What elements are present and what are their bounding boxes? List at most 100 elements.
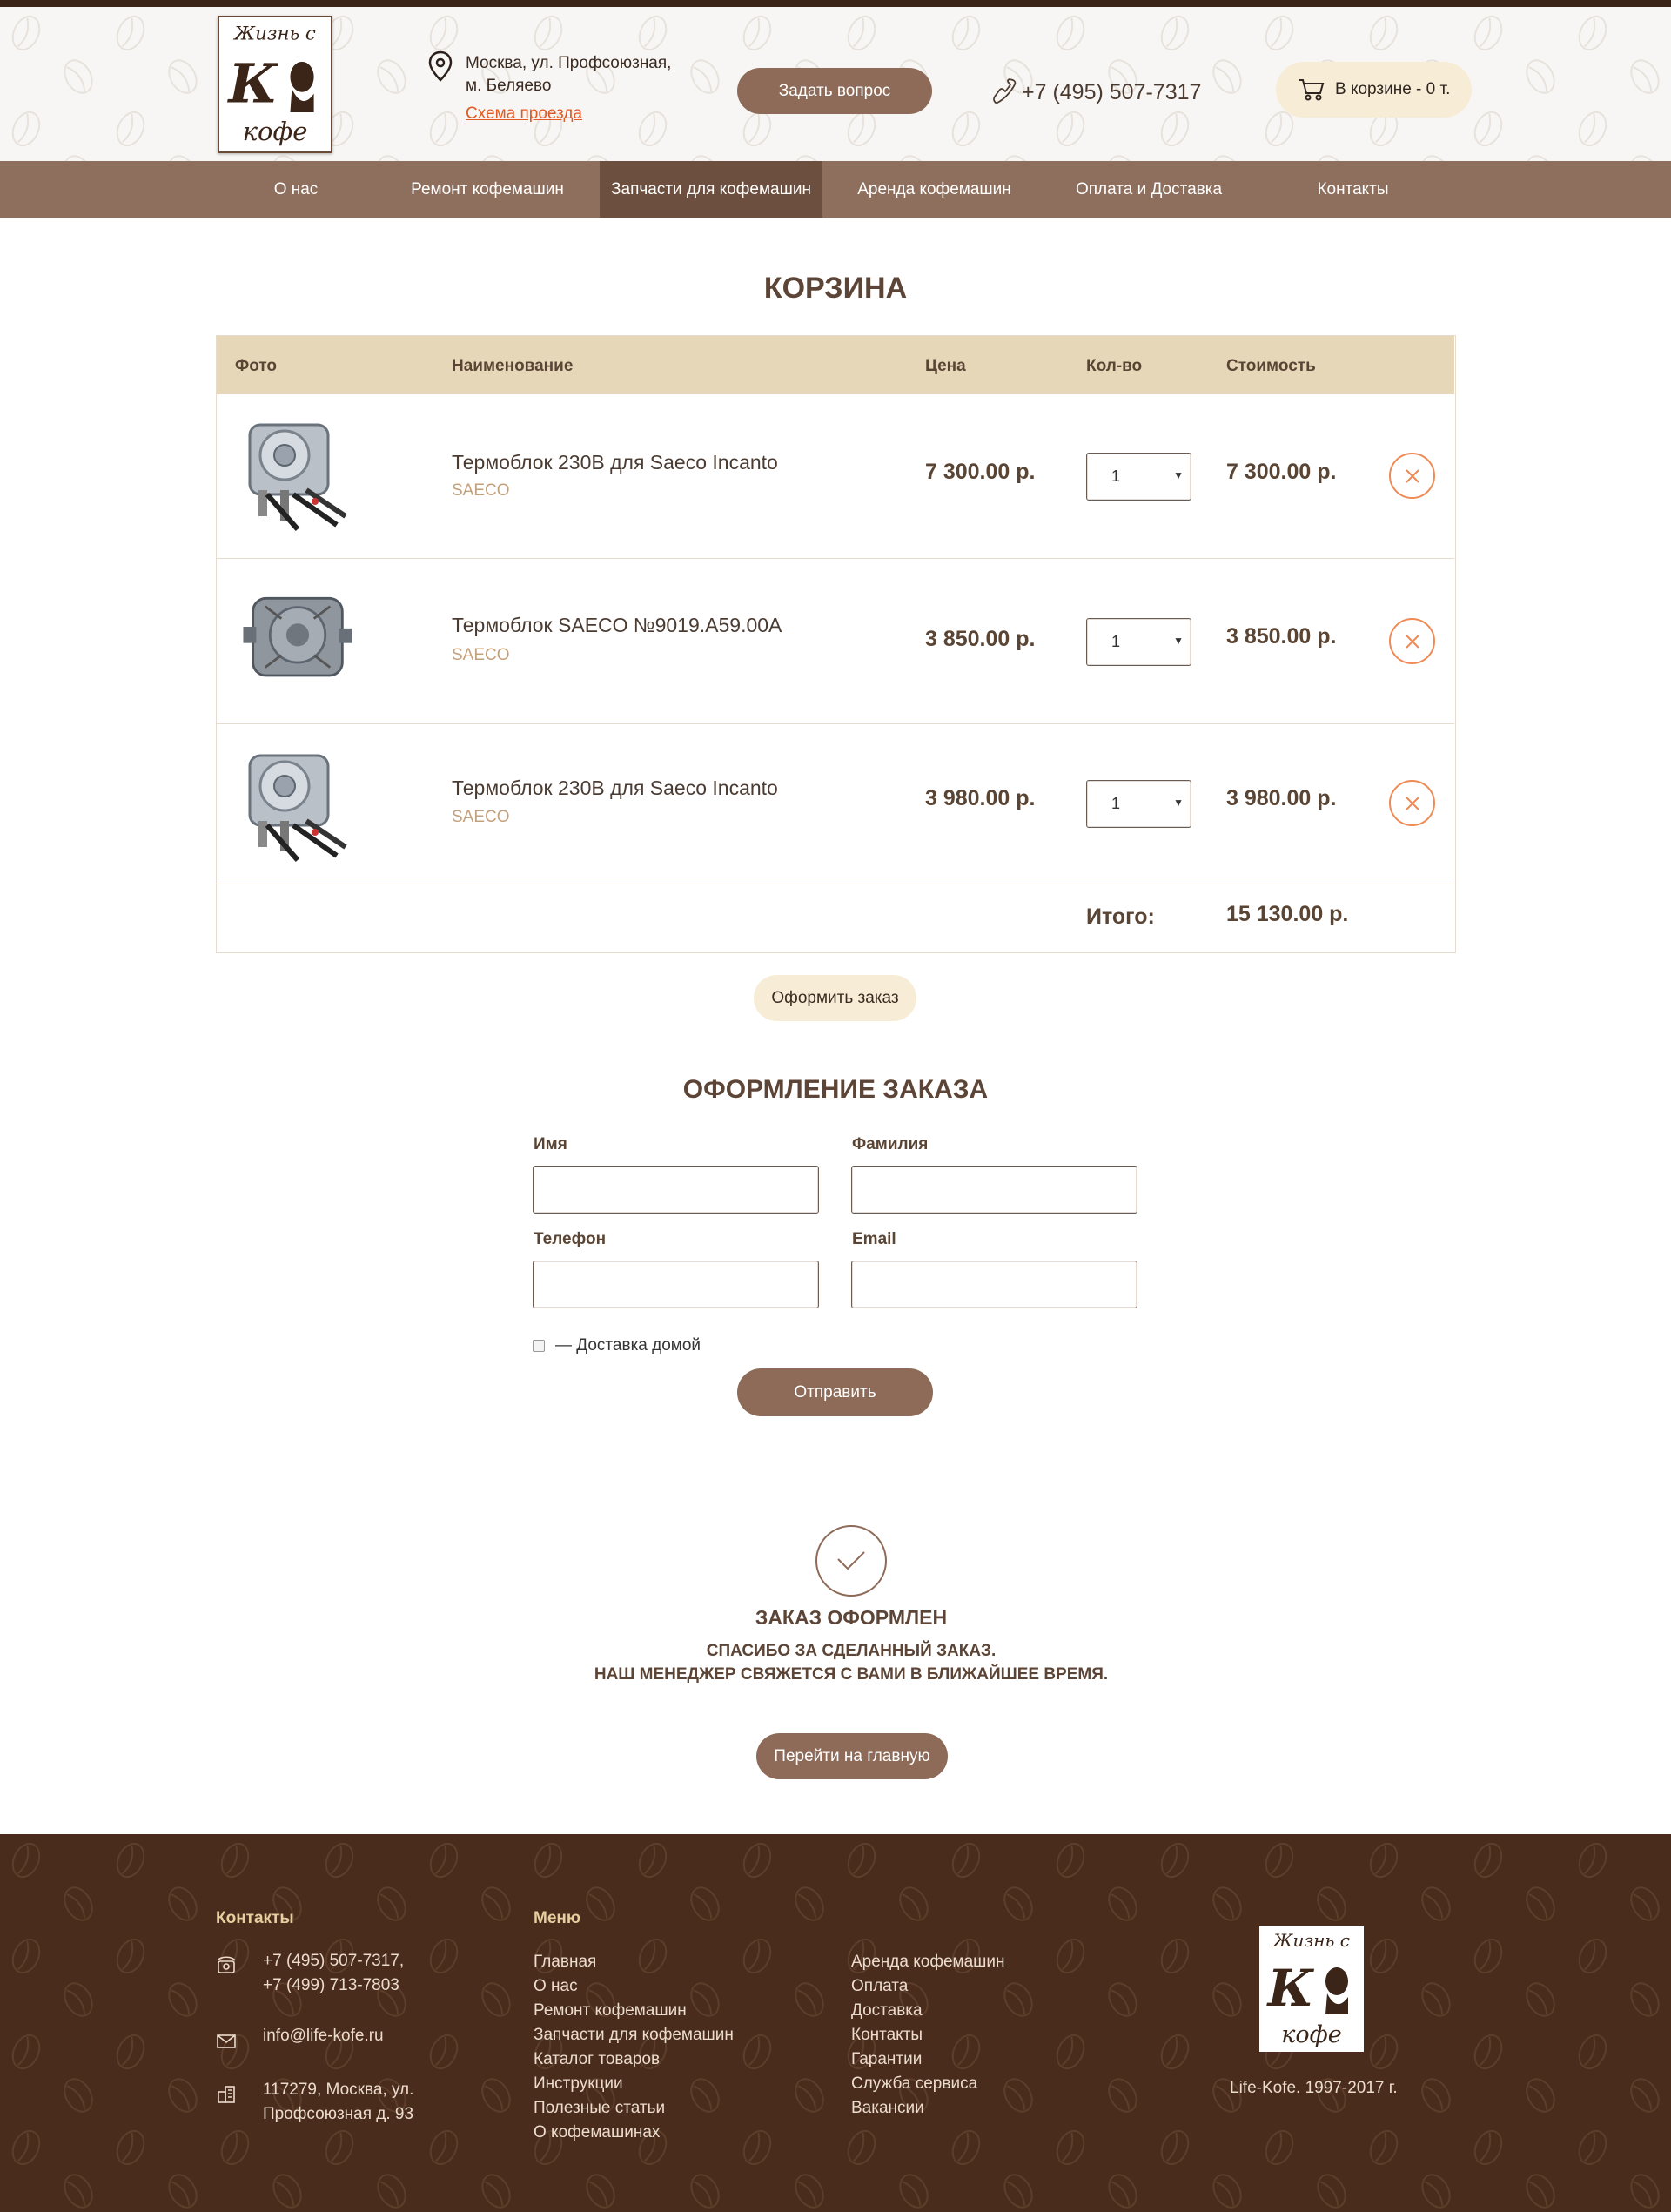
- quantity-value: 1: [1111, 633, 1121, 650]
- footer-menu-item[interactable]: Полезные статьи: [534, 2099, 665, 2118]
- footer-menu-item[interactable]: Главная: [534, 1953, 596, 1972]
- quantity-select[interactable]: 1 ▼: [1086, 453, 1191, 501]
- column-qty: Кол-во: [1086, 357, 1143, 375]
- footer-address-line-1: 117279, Москва, ул.: [263, 2081, 414, 2099]
- product-total: 3 980.00 р.: [1226, 786, 1337, 810]
- phone-field[interactable]: [533, 1261, 819, 1308]
- footer-address: 117279, Москва, ул. Профсоюзная д. 93: [263, 2078, 413, 2127]
- product-image-thermoblock[interactable]: [232, 407, 363, 538]
- footer-menu-title: Меню: [534, 1909, 581, 1927]
- product-image-thermoblock[interactable]: [232, 738, 363, 869]
- cart-table-header: Фото Наименование Цена Кол-во Стоимость: [217, 336, 1454, 394]
- chevron-down-icon: ▼: [1173, 797, 1184, 809]
- quantity-select[interactable]: 1 ▼: [1086, 618, 1191, 666]
- logo-letter: К: [227, 51, 279, 115]
- column-photo: Фото: [235, 357, 278, 375]
- close-icon: [1405, 796, 1419, 810]
- site-logo[interactable]: Жизнь с К кофе: [218, 16, 332, 153]
- home-delivery-checkbox[interactable]: [533, 1340, 545, 1352]
- column-price: Цена: [925, 357, 966, 375]
- product-total: 7 300.00 р.: [1226, 460, 1337, 484]
- footer-menu-item[interactable]: О кофемашинах: [534, 2123, 660, 2142]
- place-order-button[interactable]: Оформить заказ: [754, 975, 916, 1021]
- home-delivery-label[interactable]: — Доставка домой: [555, 1336, 701, 1355]
- footer-menu-item[interactable]: Аренда кофемашин: [851, 1953, 1005, 1972]
- nav-item-repair[interactable]: Ремонт кофемашин: [392, 161, 583, 218]
- footer-menu-item[interactable]: Доставка: [851, 2001, 923, 2020]
- product-brand: SAECO: [452, 646, 510, 664]
- product-name[interactable]: Термоблок 230В для Saeco Incanto: [452, 451, 778, 474]
- shopping-cart-icon: [1299, 79, 1325, 101]
- submit-order-button[interactable]: Отправить: [737, 1368, 933, 1416]
- footer-phone-1[interactable]: +7 (495) 507-7317,: [263, 1949, 404, 1973]
- cart-summary-button[interactable]: В корзине - 0 т.: [1276, 62, 1472, 118]
- remove-item-button[interactable]: [1389, 780, 1435, 826]
- quantity-select[interactable]: 1 ▼: [1086, 780, 1191, 828]
- logo-text-bottom: кофе: [1281, 2021, 1342, 2048]
- nav-item-contacts[interactable]: Контакты: [1285, 161, 1421, 218]
- footer-menu-item[interactable]: Запчасти для кофемашин: [534, 2026, 734, 2045]
- footer-menu-item[interactable]: Ремонт кофемашин: [534, 2001, 687, 2020]
- footer-menu-item[interactable]: Контакты: [851, 2026, 923, 2045]
- go-home-button[interactable]: Перейти на главную: [756, 1733, 948, 1779]
- column-total: Стоимость: [1226, 357, 1316, 375]
- column-name: Наименование: [452, 357, 574, 375]
- product-price: 3 850.00 р.: [925, 627, 1036, 651]
- product-brand: SAECO: [452, 808, 510, 826]
- first-name-label: Имя: [534, 1135, 567, 1153]
- remove-item-button[interactable]: [1389, 618, 1435, 664]
- product-name[interactable]: Термоблок 230В для Saeco Incanto: [452, 777, 778, 800]
- header-phone[interactable]: +7 (495) 507-7317: [1022, 80, 1201, 105]
- quantity-value: 1: [1111, 467, 1121, 485]
- footer-phone-2[interactable]: +7 (499) 713-7803: [263, 1973, 404, 1998]
- address-line-1: Москва, ул. Профсоюзная,: [466, 54, 672, 72]
- nav-item-parts[interactable]: Запчасти для кофемашин: [600, 161, 822, 218]
- chevron-down-icon: ▼: [1173, 635, 1184, 647]
- last-name-field[interactable]: [851, 1166, 1137, 1214]
- footer-menu-item[interactable]: Каталог товаров: [534, 2050, 660, 2069]
- product-brand: SAECO: [452, 481, 510, 500]
- footer-menu-item[interactable]: Служба сервиса: [851, 2074, 977, 2094]
- email-label: Email: [852, 1230, 896, 1248]
- footer-menu-item[interactable]: Вакансии: [851, 2099, 924, 2118]
- nav-item-rent[interactable]: Аренда кофемашин: [841, 161, 1028, 218]
- cart-row: Термоблок 230В для Saeco Incanto SAECO 7…: [217, 394, 1454, 559]
- footer-menu-item[interactable]: Оплата: [851, 1977, 908, 1996]
- footer-logo[interactable]: Жизнь с К кофе: [1259, 1926, 1364, 2052]
- cart-row: Термоблок 230В для Saeco Incanto SAECO 3…: [217, 724, 1454, 884]
- footer-menu-item[interactable]: О нас: [534, 1977, 578, 1996]
- footer-menu-item[interactable]: Инструкции: [534, 2074, 623, 2094]
- nav-item-about[interactable]: О нас: [254, 161, 338, 218]
- logo-text-bottom: кофе: [243, 117, 308, 146]
- footer-address-line-2: Профсоюзная д. 93: [263, 2105, 414, 2123]
- ask-question-button[interactable]: Задать вопрос: [737, 68, 932, 114]
- footer-copyright: Life-Kofe. 1997-2017 г.: [1230, 2079, 1398, 2097]
- top-strip: [0, 0, 1671, 7]
- chevron-down-icon: ▼: [1173, 469, 1184, 481]
- footer-email[interactable]: info@life-kofe.ru: [263, 2024, 384, 2048]
- site-header: Жизнь с К кофе Москва, ул. Профсоюзная, …: [0, 7, 1671, 161]
- last-name-label: Фамилия: [852, 1135, 929, 1153]
- cart-table: Фото Наименование Цена Кол-во Стоимость …: [216, 335, 1456, 953]
- phone-icon: [993, 78, 1017, 104]
- close-icon: [1405, 634, 1419, 649]
- order-success-line-1: СПАСИБО ЗА СДЕЛАННЫЙ ЗАКАЗ.: [706, 1642, 997, 1660]
- email-field[interactable]: [851, 1261, 1137, 1308]
- logo-graphic: Жизнь с К кофе: [219, 17, 331, 151]
- quantity-value: 1: [1111, 795, 1121, 812]
- phone-label: Телефон: [534, 1230, 607, 1248]
- product-name[interactable]: Термоблок SAECO №9019.A59.00A: [452, 614, 782, 637]
- footer-menu-item[interactable]: Гарантии: [851, 2050, 922, 2069]
- footer-contacts-title: Контакты: [216, 1909, 294, 1927]
- cart-summary-label: В корзине - 0 т.: [1335, 80, 1451, 98]
- product-image-thermoblock[interactable]: [232, 578, 363, 700]
- checkout-title: ОФОРМЛЕНИЕ ЗАКАЗА: [682, 1075, 989, 1104]
- first-name-field[interactable]: [533, 1166, 819, 1214]
- cart-title: КОРЗИНА: [763, 272, 908, 305]
- main-nav: О нас Ремонт кофемашин Запчасти для кофе…: [0, 161, 1671, 218]
- directions-link[interactable]: Схема проезда: [466, 104, 582, 124]
- product-price: 3 980.00 р.: [925, 786, 1036, 810]
- nav-item-payment-delivery[interactable]: Оплата и Доставка: [1053, 161, 1245, 218]
- address-line-2: м. Беляево: [466, 77, 552, 95]
- remove-item-button[interactable]: [1389, 453, 1435, 499]
